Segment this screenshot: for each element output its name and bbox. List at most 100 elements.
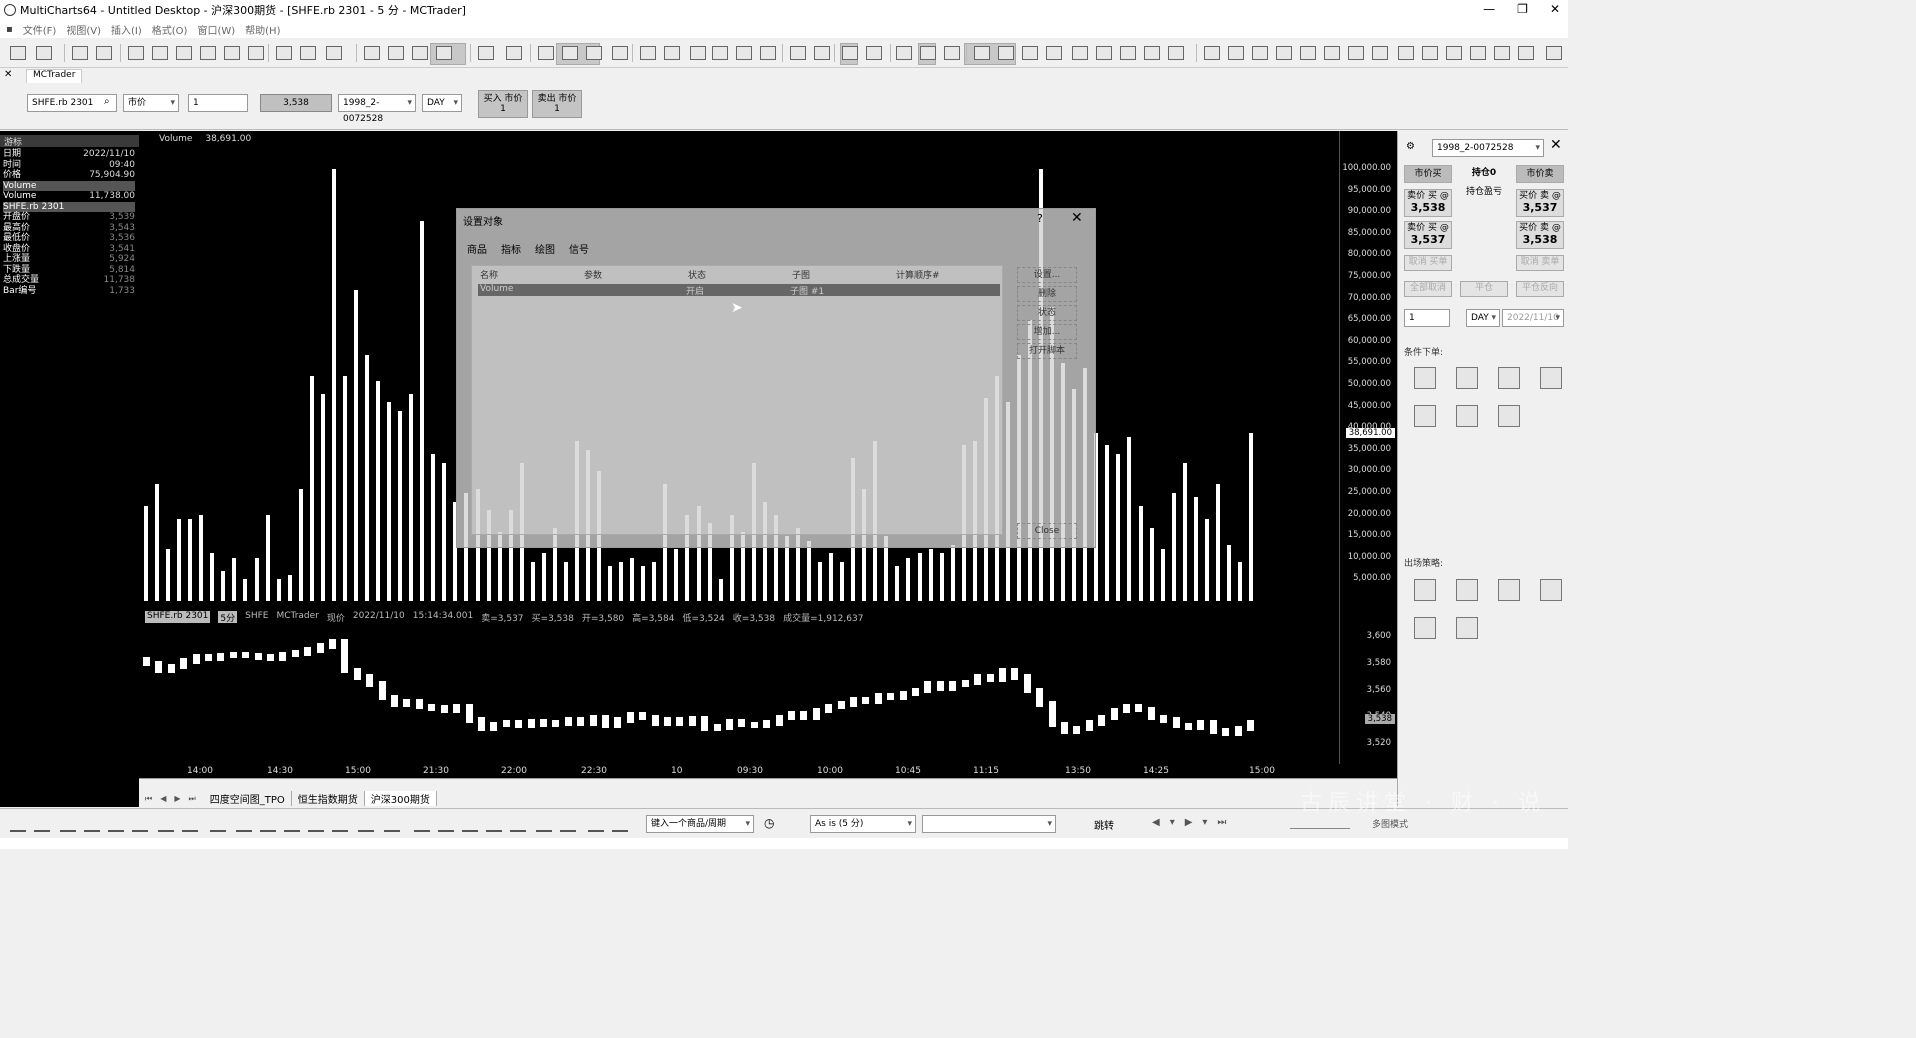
add-button[interactable]: 增加... xyxy=(1017,324,1077,340)
tab-mctrader[interactable]: MCTrader xyxy=(26,69,83,83)
menu-file[interactable]: 文件(F) xyxy=(23,22,57,37)
toolbar-tool-icon[interactable] xyxy=(1546,46,1562,60)
toolbar-tool-icon[interactable] xyxy=(224,46,240,60)
if-touched-order-icon[interactable] xyxy=(1498,405,1520,427)
flatten-button[interactable]: 平仓 xyxy=(1460,281,1508,297)
toolbar-tool-icon[interactable] xyxy=(1446,46,1462,60)
account-select[interactable]: 1998_2-0072528 xyxy=(338,94,416,124)
toolbar-tool-icon[interactable] xyxy=(436,46,452,60)
drawing-tool-icon[interactable] xyxy=(462,818,478,832)
toolbar-tool-icon[interactable] xyxy=(1228,46,1244,60)
toolbar-tool-icon[interactable] xyxy=(1168,46,1184,60)
maximize-button[interactable]: ❐ xyxy=(1517,2,1528,16)
col-params[interactable]: 参数 xyxy=(584,268,688,281)
scroll-nav-icons[interactable]: ◀▾▶▾⏭ xyxy=(1152,817,1236,828)
buy-market-button[interactable]: 买入 市价 1 xyxy=(478,90,528,118)
sell-at-buy-button-2[interactable]: 卖价 买 @3,537 xyxy=(1404,221,1452,249)
toolbar-tool-icon[interactable] xyxy=(96,46,112,60)
symbol-interval-input[interactable]: 键入一个商品/周期 xyxy=(646,815,754,833)
drawing-tool-icon[interactable] xyxy=(260,818,276,832)
exit-stoploss-icon[interactable] xyxy=(1414,579,1436,601)
toolbar-tool-icon[interactable] xyxy=(586,46,602,60)
toolbar-tool-icon[interactable] xyxy=(814,46,830,60)
toolbar-tool-icon[interactable] xyxy=(1096,46,1112,60)
sheet-tab-hsi[interactable]: 恒生指数期货 xyxy=(292,791,365,806)
drawing-tool-icon[interactable] xyxy=(560,818,576,832)
drawing-tool-icon[interactable] xyxy=(358,818,374,832)
rp-settings-icon[interactable]: ⚙ xyxy=(1406,141,1415,152)
remove-button[interactable]: 删除 xyxy=(1017,286,1077,302)
toolbar-tool-icon[interactable] xyxy=(640,46,656,60)
rp-date-select[interactable]: 2022/11/10 xyxy=(1502,309,1564,327)
status-button[interactable]: 状态 xyxy=(1017,305,1077,321)
drawing-tool-icon[interactable] xyxy=(332,818,348,832)
buy-at-sell-button-2[interactable]: 买价 卖 @3,538 xyxy=(1516,221,1564,249)
toolbar-tool-icon[interactable] xyxy=(478,46,494,60)
close-window-button[interactable]: ✕ xyxy=(1550,2,1560,16)
dialog-close-icon[interactable]: ✕ xyxy=(1071,210,1083,226)
bracket-order-icon[interactable] xyxy=(1456,405,1478,427)
toolbar-tool-icon[interactable] xyxy=(176,46,192,60)
toolbar-tool-icon[interactable] xyxy=(1022,46,1038,60)
stop-limit-order-icon[interactable] xyxy=(1498,367,1520,389)
trailing-order-icon[interactable] xyxy=(1540,367,1562,389)
toolbar-tool-icon[interactable] xyxy=(276,46,292,60)
menu-format[interactable]: 格式(O) xyxy=(152,22,188,37)
horizontal-scrollbar[interactable] xyxy=(139,778,1397,790)
col-calc-order[interactable]: 计算顺序# xyxy=(896,268,1000,281)
toolbar-tool-icon[interactable] xyxy=(72,46,88,60)
oco-order-icon[interactable] xyxy=(1414,405,1436,427)
dialog-tab-instruments[interactable]: 商品 xyxy=(467,241,487,256)
clock-icon[interactable]: ◷ xyxy=(764,816,774,830)
dialog-tab-drawings[interactable]: 绘图 xyxy=(535,241,555,256)
drawing-tool-icon[interactable] xyxy=(414,818,430,832)
toolbar-tool-icon[interactable] xyxy=(364,46,380,60)
cancel-sell-button[interactable]: 取消 卖单 xyxy=(1516,255,1564,271)
stop-order-icon[interactable] xyxy=(1414,367,1436,389)
jump-date-input[interactable] xyxy=(922,815,1056,833)
toolbar-tool-icon[interactable] xyxy=(998,46,1014,60)
toolbar-tool-icon[interactable] xyxy=(388,46,404,60)
toolbar-tool-icon[interactable] xyxy=(1276,46,1292,60)
toolbar-tool-icon[interactable] xyxy=(920,46,936,60)
sheet-nav-icons[interactable]: ⏮◀▶⏭ xyxy=(145,794,204,804)
minimize-button[interactable]: — xyxy=(1483,2,1495,16)
interval-select[interactable]: As is (5 分) xyxy=(810,815,916,833)
exit-trailing-icon[interactable] xyxy=(1540,579,1562,601)
cancel-buy-button[interactable]: 取消 买单 xyxy=(1404,255,1452,271)
toolbar-tool-icon[interactable] xyxy=(664,46,680,60)
toolbar-tool-icon[interactable] xyxy=(1422,46,1438,60)
sheet-tab-csi300[interactable]: 沪深300期货 xyxy=(364,791,437,806)
rp-qty-stepper[interactable]: 1 xyxy=(1404,309,1450,327)
toolbar-tool-icon[interactable] xyxy=(1144,46,1160,60)
sell-market-button[interactable]: 卖出 市价 1 xyxy=(532,90,582,118)
reverse-button[interactable]: 平仓反向 xyxy=(1516,281,1564,297)
drawing-tool-icon[interactable] xyxy=(60,818,76,832)
drawing-tool-icon[interactable] xyxy=(588,818,604,832)
toolbar-tool-icon[interactable] xyxy=(36,46,52,60)
tif-select[interactable]: DAY xyxy=(422,94,462,112)
toolbar-tool-icon[interactable] xyxy=(896,46,912,60)
toolbar-tool-icon[interactable] xyxy=(128,46,144,60)
drawing-tool-icon[interactable] xyxy=(308,818,324,832)
exit-wizard-icon[interactable] xyxy=(1456,617,1478,639)
toolbar-tool-icon[interactable] xyxy=(1324,46,1340,60)
toolbar-tool-icon[interactable] xyxy=(538,46,554,60)
col-subchart[interactable]: 子图 xyxy=(792,268,896,281)
rp-close-icon[interactable]: ✕ xyxy=(1550,137,1562,153)
dialog-help-button[interactable]: ? xyxy=(1037,212,1043,225)
toolbar-tool-icon[interactable] xyxy=(712,46,728,60)
drawing-tool-icon[interactable] xyxy=(536,818,552,832)
toolbar-tool-icon[interactable] xyxy=(200,46,216,60)
toolbar-tool-icon[interactable] xyxy=(842,46,858,60)
rp-account-select[interactable]: 1998_2-0072528 xyxy=(1432,139,1544,157)
price-field[interactable]: 3,538 xyxy=(260,94,332,112)
toolbar-tool-icon[interactable] xyxy=(506,46,522,60)
zoom-slider[interactable] xyxy=(1290,815,1350,829)
qty-stepper[interactable]: 1 xyxy=(188,94,248,112)
dialog-tab-signals[interactable]: 信号 xyxy=(569,241,589,256)
drawing-tool-icon[interactable] xyxy=(284,818,300,832)
toolbar-tool-icon[interactable] xyxy=(690,46,706,60)
toolbar-tool-icon[interactable] xyxy=(10,46,26,60)
multi-chart-mode-button[interactable]: 多图模式 xyxy=(1372,817,1408,830)
